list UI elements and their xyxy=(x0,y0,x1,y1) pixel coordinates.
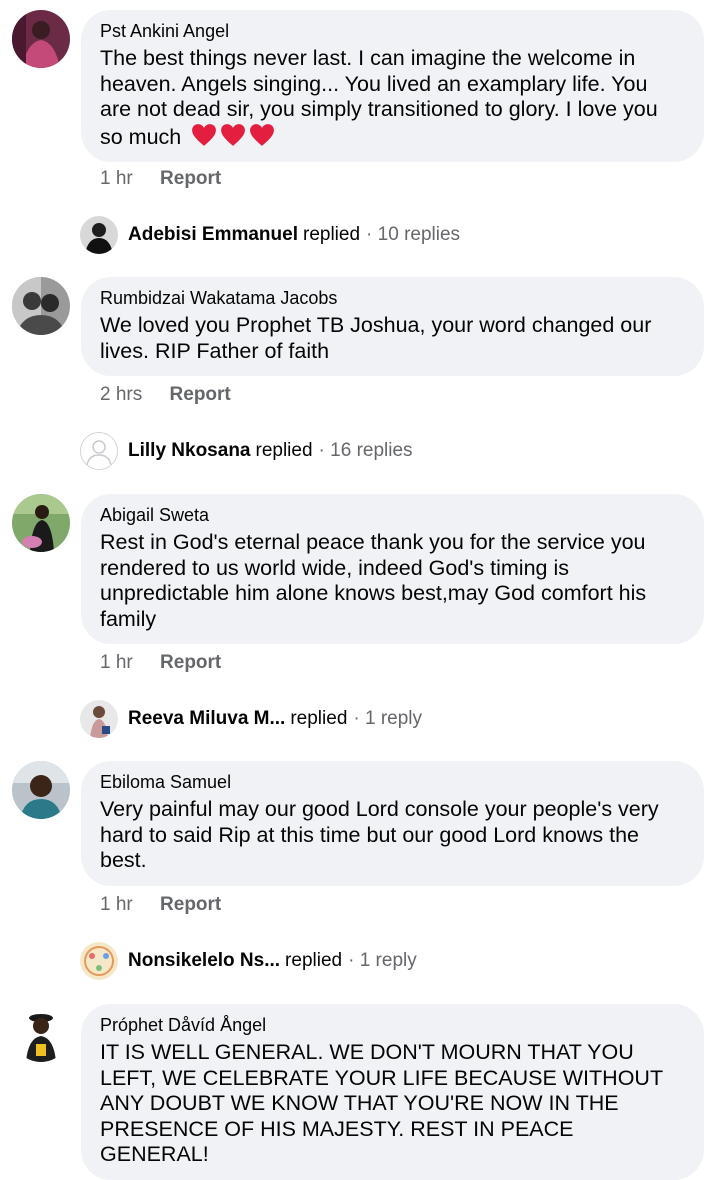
comment-bubble: Ebiloma Samuel Very painful may our good… xyxy=(81,761,704,886)
comment-text: We loved you Prophet TB Joshua, your wor… xyxy=(100,313,652,363)
comment-text: IT IS WELL GENERAL. WE DON'T MOURN THAT … xyxy=(100,1040,663,1166)
reply-count[interactable]: · 1 reply xyxy=(348,950,417,972)
reply-summary[interactable]: Lilly Nkosana replied · 16 replies xyxy=(80,431,413,471)
avatar[interactable] xyxy=(80,216,118,254)
report-link[interactable]: Report xyxy=(160,652,221,673)
reply-summary[interactable]: Nonsikelelo Ns... replied · 1 reply xyxy=(80,941,417,981)
reply-verb: replied xyxy=(255,440,313,461)
red-heart-icon xyxy=(250,123,275,146)
comment-bubble: Abigail Sweta Rest in God's eternal peac… xyxy=(81,494,704,644)
comment-bubble: Próphet Dåvíd Ångel IT IS WELL GENERAL. … xyxy=(81,1004,704,1180)
comment-text: Rest in God's eternal peace thank you fo… xyxy=(100,530,647,631)
red-heart-icon xyxy=(221,123,246,146)
comment-time[interactable]: 1 hr xyxy=(100,894,133,915)
comment-bubble: Pst Ankini Angel The best things never l… xyxy=(81,10,704,162)
comment-time[interactable]: 2 hrs xyxy=(100,384,142,405)
comment-author[interactable]: Abigail Sweta xyxy=(100,504,684,526)
avatar[interactable] xyxy=(12,277,70,335)
comment-author[interactable]: Ebiloma Samuel xyxy=(100,771,684,793)
report-link[interactable]: Report xyxy=(160,168,221,189)
reply-author[interactable]: Reeva Miluva M... xyxy=(128,708,285,730)
avatar[interactable] xyxy=(12,494,70,552)
comment-actions: 2 hrs Report xyxy=(100,384,231,406)
reply-author[interactable]: Adebisi Emmanuel xyxy=(128,224,298,246)
reply-author[interactable]: Nonsikelelo Ns... xyxy=(128,950,280,972)
reply-verb: replied xyxy=(290,708,348,729)
comment-actions: 1 hr Report xyxy=(100,894,221,916)
comment-text: Very painful may our good Lord console y… xyxy=(100,797,659,872)
avatar[interactable] xyxy=(80,942,118,980)
red-heart-icon xyxy=(192,123,217,146)
reply-summary[interactable]: Reeva Miluva M... replied · 1 reply xyxy=(80,699,422,739)
comment-author[interactable]: Próphet Dåvíd Ångel xyxy=(100,1014,684,1036)
comment-time[interactable]: 1 hr xyxy=(100,168,133,189)
emoji-group xyxy=(191,123,275,147)
reply-summary[interactable]: Adebisi Emmanuel replied · 10 replies xyxy=(80,215,460,255)
avatar[interactable] xyxy=(80,432,118,470)
reply-count[interactable]: · 16 replies xyxy=(319,440,413,462)
report-link[interactable]: Report xyxy=(160,894,221,915)
reply-verb: replied xyxy=(285,950,343,971)
avatar[interactable] xyxy=(12,10,70,68)
comment-text: The best things never last. I can imagin… xyxy=(100,46,658,149)
reply-author[interactable]: Lilly Nkosana xyxy=(128,440,251,462)
reply-count[interactable]: · 10 replies xyxy=(366,224,460,246)
avatar[interactable] xyxy=(80,700,118,738)
avatar[interactable] xyxy=(12,1004,70,1062)
comment-actions: 1 hr Report xyxy=(100,652,221,674)
comment-bubble: Rumbidzai Wakatama Jacobs We loved you P… xyxy=(81,277,704,376)
report-link[interactable]: Report xyxy=(170,384,231,405)
comment-actions: 1 hr Report xyxy=(100,168,221,190)
comment-author[interactable]: Rumbidzai Wakatama Jacobs xyxy=(100,287,684,309)
reply-verb: replied xyxy=(303,224,361,245)
reply-count[interactable]: · 1 reply xyxy=(353,708,422,730)
comment-time[interactable]: 1 hr xyxy=(100,652,133,673)
comment-author[interactable]: Pst Ankini Angel xyxy=(100,20,684,42)
avatar[interactable] xyxy=(12,761,70,819)
